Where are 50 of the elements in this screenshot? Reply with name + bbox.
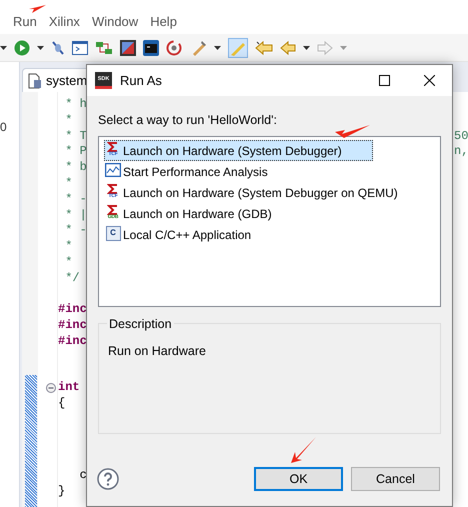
list-item[interactable]: C Local C/C++ Application	[104, 224, 282, 245]
sigma-icon	[107, 142, 119, 152]
code-line: *	[64, 176, 72, 192]
sigma-icon	[107, 184, 119, 194]
code-line: *	[64, 254, 72, 271]
code-line: * h	[64, 97, 87, 113]
code-line: #inc	[58, 302, 87, 318]
back-icon[interactable]	[280, 40, 296, 56]
code-line: c	[78, 468, 87, 484]
code-line: {	[58, 396, 66, 412]
code-fragment: n,	[454, 144, 468, 160]
terminal-icon[interactable]	[72, 40, 88, 56]
console-icon[interactable]	[143, 40, 159, 56]
code-line: * P	[64, 144, 87, 160]
panel-text: 0	[0, 119, 8, 136]
maximize-icon[interactable]	[379, 75, 390, 86]
menu-item[interactable]: Window	[92, 12, 138, 32]
file-icon	[28, 72, 42, 88]
network-icon[interactable]	[95, 40, 113, 56]
menu-item[interactable]: Xilinx	[48, 12, 80, 32]
ok-button[interactable]: OK	[254, 467, 343, 491]
sigma-icon	[107, 204, 119, 214]
code-line: * -	[64, 223, 87, 240]
help-icon[interactable]	[97, 468, 119, 490]
code-line: * b	[64, 160, 87, 176]
prompt-text: Select a way to run 'HelloWorld':	[98, 112, 277, 129]
code-line: }	[58, 484, 66, 500]
back-icon[interactable]	[255, 40, 273, 56]
annotation-arrow	[334, 124, 372, 140]
code-line: * T	[64, 128, 87, 144]
code-line: */	[64, 270, 80, 287]
brush-icon[interactable]	[191, 40, 207, 56]
chart-icon	[105, 162, 121, 176]
list-item[interactable]: Start Performance Analysis	[104, 161, 299, 182]
code-line: * |	[64, 208, 87, 224]
cancel-button[interactable]: Cancel	[351, 467, 440, 491]
run-icon[interactable]	[14, 40, 30, 56]
dialog-title: Run As	[120, 72, 162, 90]
menu-item[interactable]: Run	[13, 12, 37, 32]
code-line: #inc	[58, 334, 87, 350]
code-line: * -	[64, 192, 87, 208]
code-line: int	[58, 380, 80, 396]
menu-item[interactable]: Help	[150, 12, 177, 32]
code-line: *	[64, 239, 72, 255]
code-fragment: 50	[454, 128, 468, 144]
description-text: Run on Hardware	[108, 343, 207, 360]
code-line: #inc	[58, 318, 87, 334]
close-icon[interactable]	[424, 75, 435, 86]
c-file-icon: C	[106, 226, 120, 240]
code-line: *	[64, 112, 72, 129]
